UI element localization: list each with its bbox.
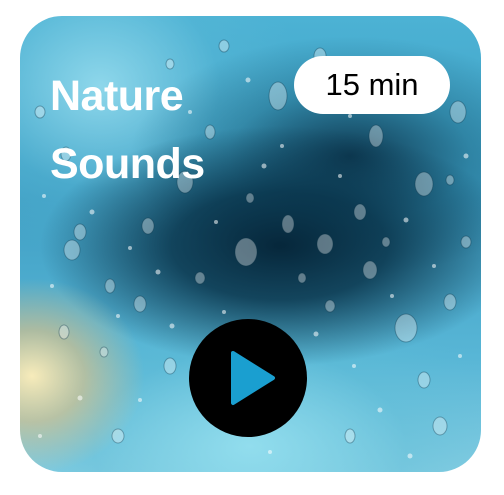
nature-sounds-card[interactable]: Nature Sounds 15 min [20,16,481,472]
card-title: Nature Sounds [50,72,205,188]
play-icon [231,351,275,405]
play-button[interactable] [189,319,307,437]
duration-badge: 15 min [294,56,450,114]
